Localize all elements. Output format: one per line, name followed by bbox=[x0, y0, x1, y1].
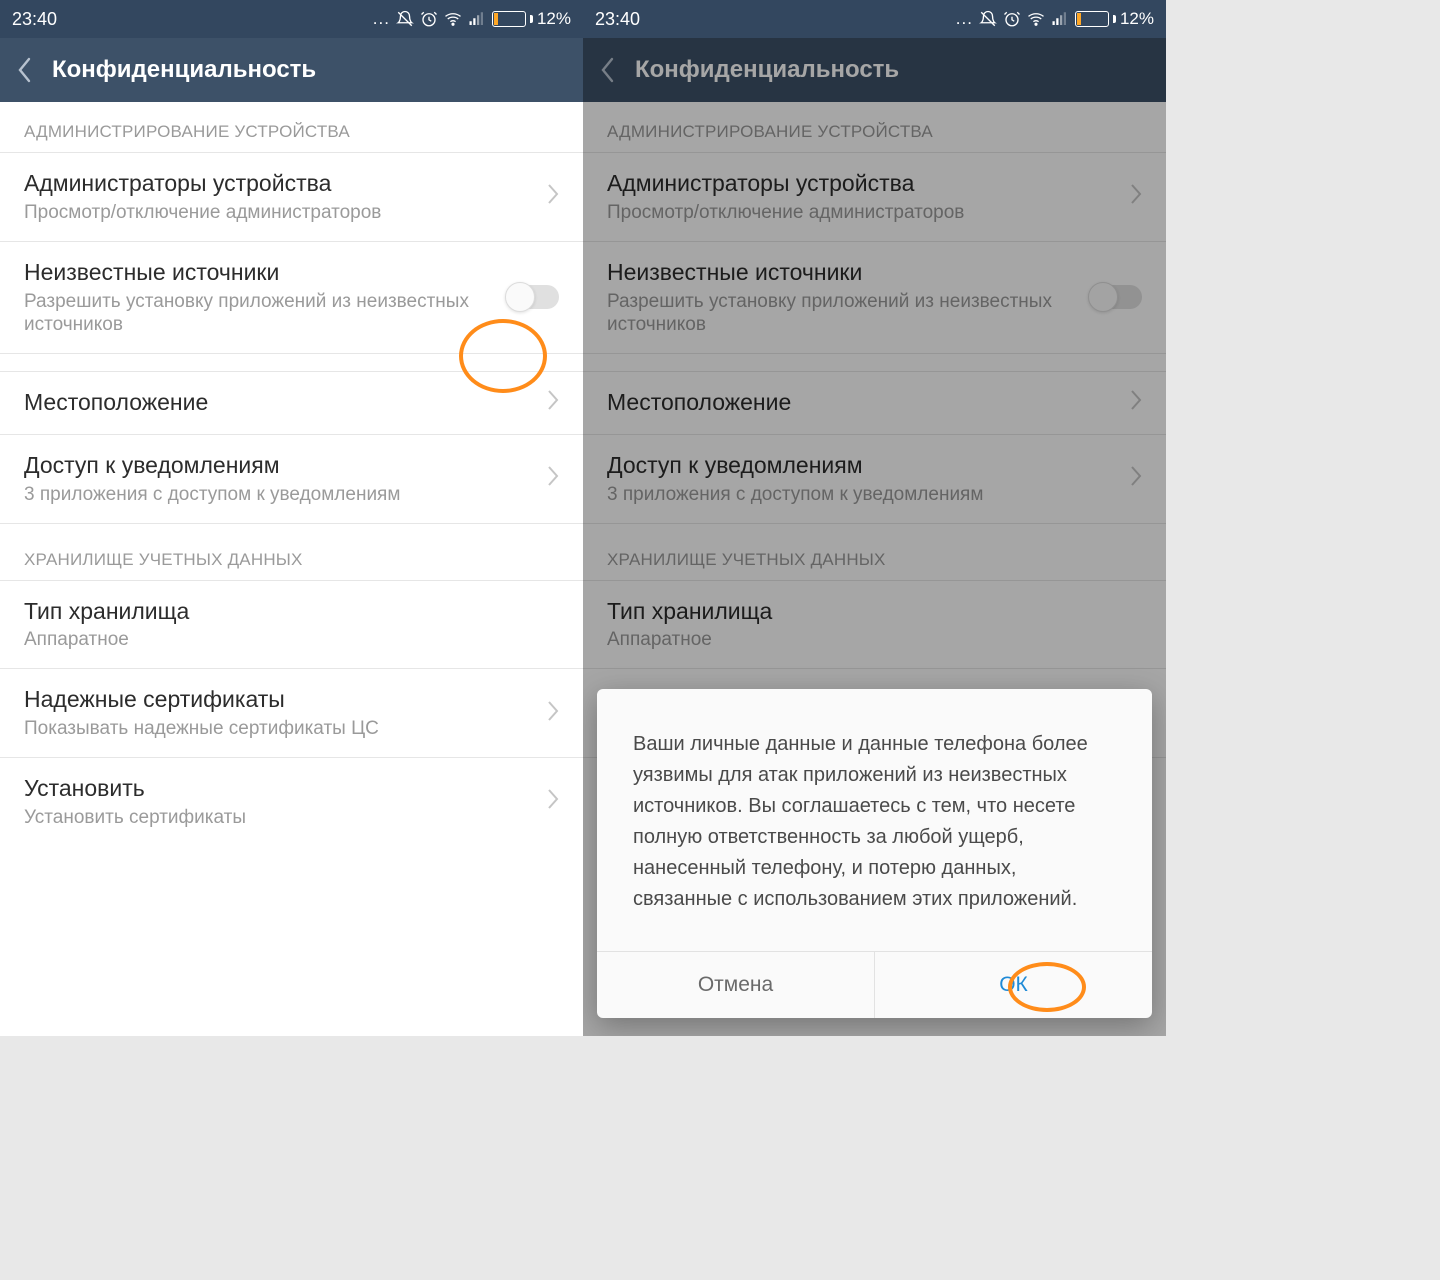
item-trusted-certs[interactable]: Надежные сертификаты Показывать надежные… bbox=[0, 669, 583, 758]
item-sub: Разрешить установку приложений из неизве… bbox=[24, 290, 491, 338]
dialog-buttons: Отмена ОК bbox=[597, 951, 1152, 1018]
item-install-certs[interactable]: Установить Установить сертификаты bbox=[0, 758, 583, 846]
dialog-body: Ваши личные данные и данные телефона бол… bbox=[597, 689, 1152, 951]
item-unknown-sources[interactable]: Неизвестные источники Разрешить установк… bbox=[0, 242, 583, 354]
phone-left: 23:40 ... 12% Конфиденциальность АДМИНИС… bbox=[0, 0, 583, 1036]
unknown-sources-toggle[interactable] bbox=[507, 285, 559, 309]
ok-button[interactable]: ОК bbox=[874, 952, 1152, 1018]
status-bar: 23:40 ... 12% bbox=[583, 0, 1166, 38]
item-sub: Аппаратное bbox=[24, 628, 543, 652]
wifi-icon bbox=[1027, 10, 1045, 28]
status-time: 23:40 bbox=[595, 9, 640, 30]
alarm-icon bbox=[420, 10, 438, 28]
chevron-right-icon bbox=[547, 465, 559, 492]
cancel-button[interactable]: Отмена bbox=[597, 952, 874, 1018]
item-sub: Показывать надежные сертификаты ЦС bbox=[24, 717, 531, 741]
item-title: Надежные сертификаты bbox=[24, 685, 531, 715]
section-admin: АДМИНИСТРИРОВАНИЕ УСТРОЙСТВА bbox=[0, 102, 583, 153]
wifi-icon bbox=[444, 10, 462, 28]
item-title: Администраторы устройства bbox=[24, 169, 531, 199]
settings-list: АДМИНИСТРИРОВАНИЕ УСТРОЙСТВА Администрат… bbox=[0, 102, 583, 845]
battery-pct: 12% bbox=[1120, 9, 1154, 29]
item-device-admins[interactable]: Администраторы устройства Просмотр/отклю… bbox=[0, 153, 583, 242]
dnd-icon bbox=[979, 10, 997, 28]
alarm-icon bbox=[1003, 10, 1021, 28]
item-sub: Установить сертификаты bbox=[24, 806, 531, 830]
item-title: Неизвестные источники bbox=[24, 258, 491, 288]
chevron-right-icon bbox=[547, 389, 559, 416]
item-sub: 3 приложения с доступом к уведомлениям bbox=[24, 483, 531, 507]
item-title: Местоположение bbox=[24, 388, 531, 418]
status-right: ... 12% bbox=[373, 9, 571, 29]
signal-icon bbox=[468, 10, 486, 28]
chevron-right-icon bbox=[547, 788, 559, 815]
confirm-dialog: Ваши личные данные и данные телефона бол… bbox=[597, 689, 1152, 1018]
item-sub: Просмотр/отключение администраторов bbox=[24, 201, 531, 225]
status-time: 23:40 bbox=[12, 9, 57, 30]
signal-icon bbox=[1051, 10, 1069, 28]
status-bar: 23:40 ... 12% bbox=[0, 0, 583, 38]
item-location[interactable]: Местоположение bbox=[0, 372, 583, 435]
item-notif-access[interactable]: Доступ к уведомлениям 3 приложения с дос… bbox=[0, 435, 583, 524]
title-bar: Конфиденциальность bbox=[0, 38, 583, 102]
battery-icon: 12% bbox=[1075, 9, 1154, 29]
dnd-icon bbox=[396, 10, 414, 28]
chevron-right-icon bbox=[547, 183, 559, 210]
more-icon: ... bbox=[373, 9, 390, 29]
battery-pct: 12% bbox=[537, 9, 571, 29]
status-right: ... 12% bbox=[956, 9, 1154, 29]
item-title: Доступ к уведомлениям bbox=[24, 451, 531, 481]
item-storage-type[interactable]: Тип хранилища Аппаратное bbox=[0, 581, 583, 670]
phone-right: 23:40 ... 12% Конфиденциальность АДМИНИС… bbox=[583, 0, 1166, 1036]
back-button[interactable] bbox=[16, 55, 34, 85]
section-storage: ХРАНИЛИЩЕ УЧЕТНЫХ ДАННЫХ bbox=[0, 524, 583, 581]
battery-icon: 12% bbox=[492, 9, 571, 29]
page-title: Конфиденциальность bbox=[52, 56, 316, 84]
item-title: Тип хранилища bbox=[24, 597, 543, 627]
item-title: Установить bbox=[24, 774, 531, 804]
chevron-right-icon bbox=[547, 700, 559, 727]
more-icon: ... bbox=[956, 9, 973, 29]
